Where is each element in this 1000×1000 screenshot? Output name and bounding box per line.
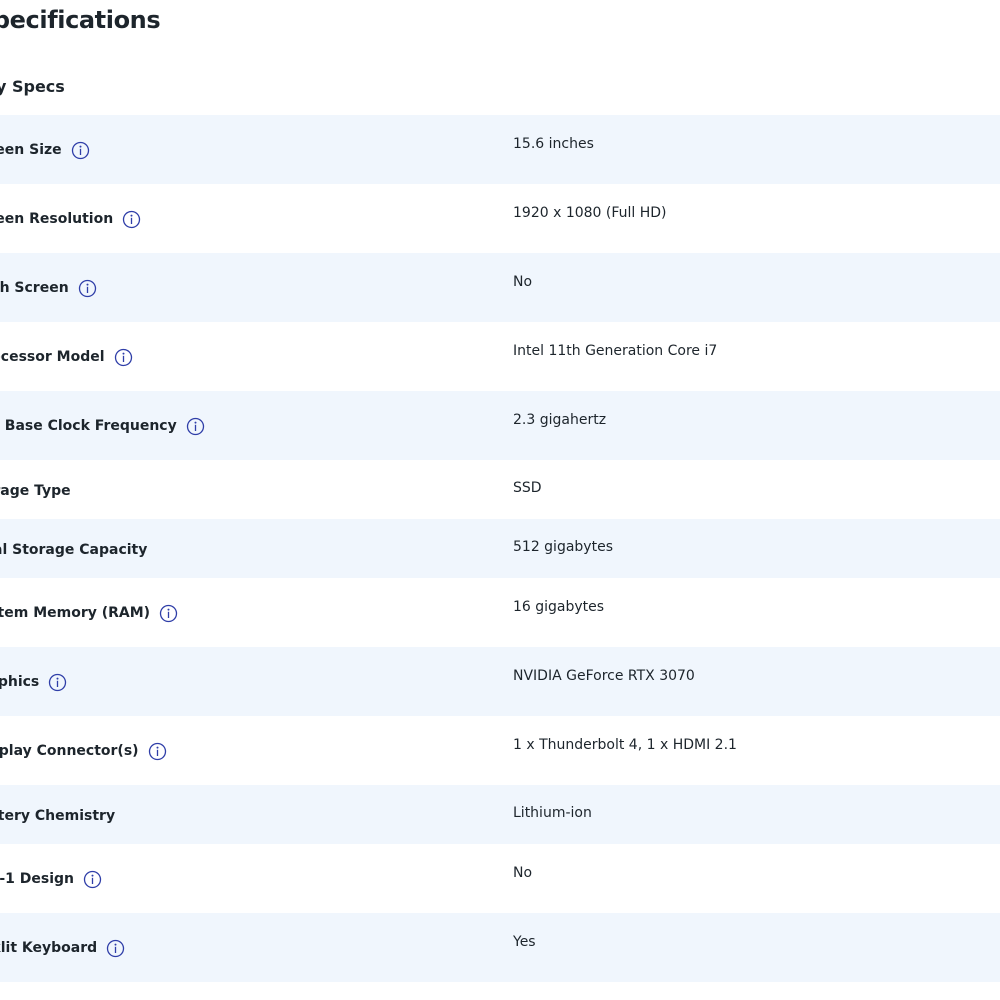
spec-row-screen-resolution: Screen Resolution 1920 x 1080 (Full HD) — [0, 184, 1000, 253]
spec-row-cpu-base-clock-frequency: CPU Base Clock Frequency 2.3 gigahertz — [0, 391, 1000, 460]
spec-label-group: CPU Base Clock Frequency — [0, 417, 205, 435]
info-icon[interactable] — [159, 604, 178, 623]
spec-label: Total Storage Capacity — [0, 542, 148, 558]
info-icon[interactable] — [48, 673, 67, 692]
spec-label: Graphics — [0, 674, 40, 690]
spec-value: 16 gigabytes — [513, 599, 605, 615]
spec-label: CPU Base Clock Frequency — [0, 418, 177, 434]
info-icon[interactable] — [148, 742, 167, 761]
spec-value: 1 x Thunderbolt 4, 1 x HDMI 2.1 — [513, 737, 737, 753]
spec-label: Storage Type — [0, 483, 71, 499]
spec-value: 15.6 inches — [513, 136, 594, 152]
spec-label: System Memory (RAM) — [0, 605, 151, 621]
spec-table: Screen Size 15.6 inches Screen Resolutio… — [0, 115, 1000, 982]
spec-value: Lithium-ion — [513, 805, 592, 821]
spec-label-group: Display Connector(s) — [0, 742, 167, 760]
spec-value: 512 gigabytes — [513, 539, 613, 555]
spec-row-backlit-keyboard: Backlit Keyboard Yes — [0, 913, 1000, 982]
spec-label-group: Battery Chemistry — [0, 807, 115, 825]
spec-label-group: Screen Size — [0, 141, 90, 159]
info-icon[interactable] — [186, 417, 205, 436]
spec-label: Battery Chemistry — [0, 808, 116, 824]
spec-label-group: 2-in-1 Design — [0, 870, 102, 888]
spec-row-total-storage-capacity: Total Storage Capacity 512 gigabytes — [0, 519, 1000, 578]
spec-row-display-connectors: Display Connector(s) 1 x Thunderbolt 4, … — [0, 716, 1000, 785]
spec-label: Screen Resolution — [0, 211, 114, 227]
spec-value: No — [513, 274, 533, 290]
spec-label: Display Connector(s) — [0, 743, 139, 759]
spec-row-graphics: Graphics NVIDIA GeForce RTX 3070 — [0, 647, 1000, 716]
spec-label-group: System Memory (RAM) — [0, 604, 178, 622]
spec-label: Touch Screen — [0, 280, 69, 296]
spec-label: 2-in-1 Design — [0, 871, 74, 887]
spec-value: 2.3 gigahertz — [513, 412, 607, 428]
spec-label: Backlit Keyboard — [0, 940, 98, 956]
info-icon[interactable] — [71, 141, 90, 160]
spec-label: Processor Model — [0, 349, 105, 365]
section-title-key-specs: Key Specs — [0, 77, 65, 96]
spec-value: Yes — [513, 934, 536, 950]
info-icon[interactable] — [78, 279, 97, 298]
spec-label-group: Processor Model — [0, 348, 133, 366]
spec-value: NVIDIA GeForce RTX 3070 — [513, 668, 695, 684]
specifications-panel: Specifications Key Specs Screen Size 15.… — [0, 0, 1000, 1000]
info-icon[interactable] — [114, 348, 133, 367]
info-icon[interactable] — [122, 210, 141, 229]
spec-label: Screen Size — [0, 142, 62, 158]
spec-value: No — [513, 865, 533, 881]
spec-label-group: Storage Type — [0, 482, 71, 500]
spec-label-group: Total Storage Capacity — [0, 541, 147, 559]
info-icon[interactable] — [106, 939, 125, 958]
spec-row-2-in-1-design: 2-in-1 Design No — [0, 844, 1000, 913]
info-icon[interactable] — [83, 870, 102, 889]
spec-row-touch-screen: Touch Screen No — [0, 253, 1000, 322]
spec-row-system-memory: System Memory (RAM) 16 gigabytes — [0, 578, 1000, 647]
spec-label-group: Screen Resolution — [0, 210, 141, 228]
spec-row-battery-chemistry: Battery Chemistry Lithium-ion — [0, 785, 1000, 844]
spec-value: Intel 11th Generation Core i7 — [513, 343, 718, 359]
spec-value: SSD — [513, 480, 542, 496]
spec-row-screen-size: Screen Size 15.6 inches — [0, 115, 1000, 184]
spec-row-processor-model: Processor Model Intel 11th Generation Co… — [0, 322, 1000, 391]
spec-value: 1920 x 1080 (Full HD) — [513, 205, 667, 221]
spec-row-storage-type: Storage Type SSD — [0, 460, 1000, 519]
spec-label-group: Graphics — [0, 673, 67, 691]
spec-label-group: Backlit Keyboard — [0, 939, 125, 957]
page-title: Specifications — [0, 6, 161, 34]
spec-label-group: Touch Screen — [0, 279, 97, 297]
